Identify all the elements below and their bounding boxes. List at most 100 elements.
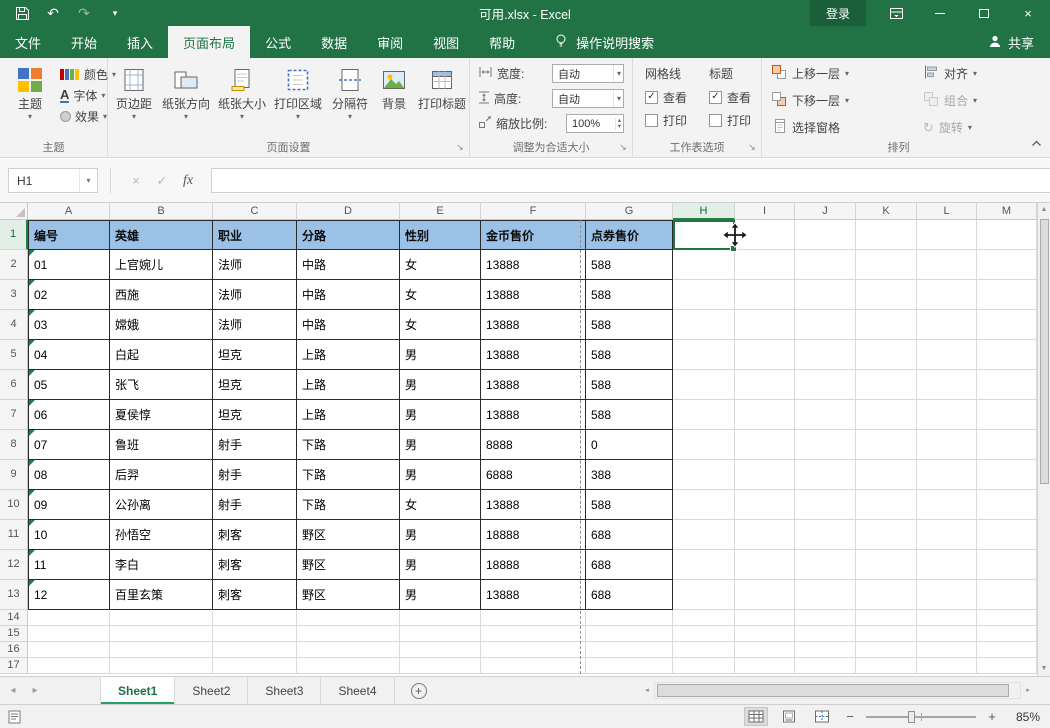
- zoom-slider-handle[interactable]: [908, 711, 915, 723]
- page-break-preview-button[interactable]: [810, 707, 834, 726]
- name-box-dropdown[interactable]: ▾: [79, 169, 97, 192]
- cell-J1[interactable]: [795, 220, 856, 250]
- cell-K15[interactable]: [856, 626, 917, 642]
- zoom-in-button[interactable]: +: [985, 709, 999, 724]
- cell-A2[interactable]: 01: [28, 250, 110, 280]
- ribbon-display-options-button[interactable]: [874, 0, 918, 26]
- cell-I15[interactable]: [735, 626, 795, 642]
- cell-H13[interactable]: [673, 580, 735, 610]
- cell-C11[interactable]: 刺客: [213, 520, 297, 550]
- headings-view-option[interactable]: ✓查看: [709, 89, 751, 105]
- cell-M1[interactable]: [977, 220, 1037, 250]
- cell-M5[interactable]: [977, 340, 1037, 370]
- cell-A13[interactable]: 12: [28, 580, 110, 610]
- cell-M3[interactable]: [977, 280, 1037, 310]
- cell-H3[interactable]: [673, 280, 735, 310]
- cell-J16[interactable]: [795, 642, 856, 658]
- cell-A10[interactable]: 09: [28, 490, 110, 520]
- formula-input[interactable]: [211, 168, 1050, 193]
- cell-C13[interactable]: 刺客: [213, 580, 297, 610]
- cell-B15[interactable]: [110, 626, 213, 642]
- cell-G11[interactable]: 688: [586, 520, 673, 550]
- cell-H11[interactable]: [673, 520, 735, 550]
- cell-A4[interactable]: 03: [28, 310, 110, 340]
- cell-E5[interactable]: 男: [400, 340, 481, 370]
- cell-L13[interactable]: [917, 580, 977, 610]
- cell-F16[interactable]: [481, 642, 586, 658]
- cell-G10[interactable]: 588: [586, 490, 673, 520]
- close-button[interactable]: ×: [1006, 0, 1050, 26]
- cell-G4[interactable]: 588: [586, 310, 673, 340]
- cell-D10[interactable]: 下路: [297, 490, 400, 520]
- cell-D2[interactable]: 中路: [297, 250, 400, 280]
- cell-H14[interactable]: [673, 610, 735, 626]
- enter-button[interactable]: ✓: [149, 173, 175, 189]
- cell-J10[interactable]: [795, 490, 856, 520]
- cell-J8[interactable]: [795, 430, 856, 460]
- gridlines-print-option[interactable]: 打印: [645, 112, 687, 128]
- cell-L9[interactable]: [917, 460, 977, 490]
- cell-A7[interactable]: 06: [28, 400, 110, 430]
- cell-D17[interactable]: [297, 658, 400, 674]
- cell-B3[interactable]: 西施: [110, 280, 213, 310]
- scroll-left-button[interactable]: ◂: [640, 684, 654, 698]
- sheet-tab-sheet1[interactable]: Sheet1: [100, 677, 175, 704]
- cell-C6[interactable]: 坦克: [213, 370, 297, 400]
- ribbon-tab-data[interactable]: 数据: [306, 26, 362, 58]
- sheet-options-dialog-launcher[interactable]: ↘: [746, 141, 758, 153]
- select-all-button[interactable]: [0, 203, 28, 220]
- cell-G6[interactable]: 588: [586, 370, 673, 400]
- sign-in-button[interactable]: 登录: [810, 0, 866, 26]
- cell-B7[interactable]: 夏侯惇: [110, 400, 213, 430]
- cell-J6[interactable]: [795, 370, 856, 400]
- rotate-button[interactable]: ↻旋转▾: [920, 116, 980, 139]
- cell-H8[interactable]: [673, 430, 735, 460]
- horizontal-scroll-thumb[interactable]: [657, 684, 1009, 697]
- cell-C9[interactable]: 射手: [213, 460, 297, 490]
- cell-G3[interactable]: 588: [586, 280, 673, 310]
- cell-A5[interactable]: 04: [28, 340, 110, 370]
- cell-K5[interactable]: [856, 340, 917, 370]
- page-setup-button-print-titles[interactable]: 打印标题: [414, 60, 470, 121]
- cell-M10[interactable]: [977, 490, 1037, 520]
- gridlines-view-option[interactable]: ✓查看: [645, 89, 687, 105]
- tell-me-search[interactable]: 操作说明搜索: [554, 26, 654, 58]
- cell-L4[interactable]: [917, 310, 977, 340]
- cell-C1[interactable]: 职业: [213, 220, 297, 250]
- collapse-ribbon-button[interactable]: [1031, 134, 1042, 152]
- ribbon-tab-help[interactable]: 帮助: [474, 26, 530, 58]
- cell-F1[interactable]: 金币售价: [481, 220, 586, 250]
- cell-A17[interactable]: [28, 658, 110, 674]
- cell-C5[interactable]: 坦克: [213, 340, 297, 370]
- cell-I8[interactable]: [735, 430, 795, 460]
- cell-H9[interactable]: [673, 460, 735, 490]
- cell-E15[interactable]: [400, 626, 481, 642]
- align-button[interactable]: 对齐▾: [920, 62, 980, 85]
- cell-D14[interactable]: [297, 610, 400, 626]
- cell-I11[interactable]: [735, 520, 795, 550]
- page-setup-button-margins[interactable]: 页边距▾: [110, 60, 158, 121]
- cell-B9[interactable]: 后羿: [110, 460, 213, 490]
- cell-J2[interactable]: [795, 250, 856, 280]
- cell-L3[interactable]: [917, 280, 977, 310]
- maximize-button[interactable]: [962, 0, 1006, 26]
- cell-F8[interactable]: 8888: [481, 430, 586, 460]
- sheet-nav-left-button[interactable]: ◂: [6, 685, 20, 696]
- cell-G7[interactable]: 588: [586, 400, 673, 430]
- cell-K16[interactable]: [856, 642, 917, 658]
- cell-K14[interactable]: [856, 610, 917, 626]
- cell-E13[interactable]: 男: [400, 580, 481, 610]
- cell-K2[interactable]: [856, 250, 917, 280]
- cell-K3[interactable]: [856, 280, 917, 310]
- cell-G1[interactable]: 点券售价: [586, 220, 673, 250]
- cell-F2[interactable]: 13888: [481, 250, 586, 280]
- headings-print-checkbox[interactable]: [709, 114, 722, 127]
- cell-M7[interactable]: [977, 400, 1037, 430]
- cell-K7[interactable]: [856, 400, 917, 430]
- cell-E2[interactable]: 女: [400, 250, 481, 280]
- cell-E9[interactable]: 男: [400, 460, 481, 490]
- cell-G15[interactable]: [586, 626, 673, 642]
- cell-J9[interactable]: [795, 460, 856, 490]
- cell-H12[interactable]: [673, 550, 735, 580]
- zoom-level[interactable]: 85%: [1008, 710, 1040, 724]
